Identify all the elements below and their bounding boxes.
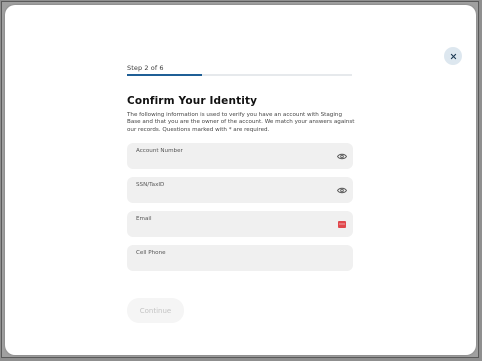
close-button[interactable] xyxy=(444,47,462,65)
email-label: Email xyxy=(136,216,152,222)
ssn-taxid-field[interactable]: SSN/TaxID xyxy=(127,177,353,203)
cell-phone-label: Cell Phone xyxy=(136,250,166,256)
eye-icon[interactable] xyxy=(337,186,347,194)
progress-bar xyxy=(127,74,352,76)
ssn-taxid-label: SSN/TaxID xyxy=(136,182,165,188)
email-field[interactable]: Email xyxy=(127,211,353,237)
account-number-field[interactable]: Account Number xyxy=(127,143,353,169)
progress-bar-fill xyxy=(127,74,202,76)
page-title: Confirm Your Identity xyxy=(127,95,258,107)
account-number-label: Account Number xyxy=(136,148,183,154)
step-indicator: Step 2 of 6 xyxy=(127,64,164,72)
eye-icon[interactable] xyxy=(337,152,347,160)
cell-phone-field[interactable]: Cell Phone xyxy=(127,245,353,271)
close-icon xyxy=(450,53,457,60)
continue-button[interactable]: Continue xyxy=(127,298,184,323)
page-description: The following information is used to ver… xyxy=(127,112,355,133)
autofill-icon[interactable] xyxy=(337,220,347,228)
